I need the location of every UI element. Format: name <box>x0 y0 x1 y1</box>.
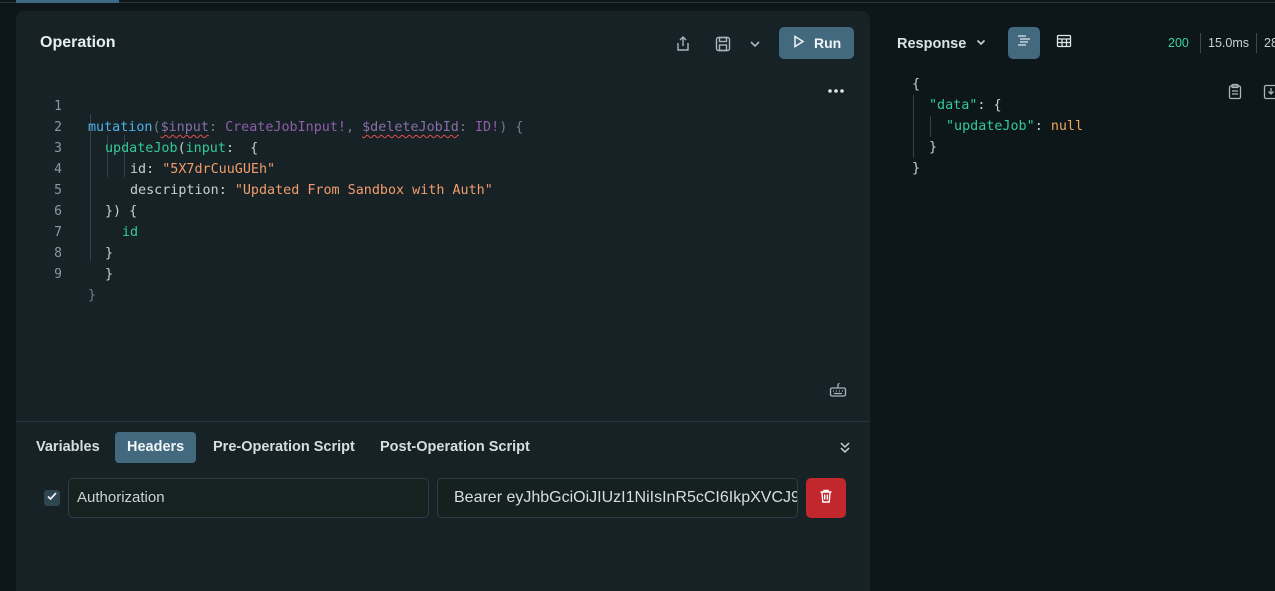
run-button-label: Run <box>814 35 842 51</box>
code-token: }) { <box>105 204 138 219</box>
code-token: ( <box>152 120 161 135</box>
share-icon[interactable] <box>674 35 692 53</box>
code-line: 6 id <box>16 180 138 240</box>
code-token: ( <box>177 141 186 156</box>
operation-title: Operation <box>40 34 116 51</box>
code-token: : <box>146 162 163 177</box>
save-options-chevron-down-icon[interactable] <box>746 35 764 53</box>
run-button[interactable]: Run <box>779 27 854 59</box>
code-token: "Updated From Sandbox with Auth" <box>234 183 493 198</box>
code-token: updateJob <box>105 141 178 156</box>
line-number: 9 <box>54 267 62 282</box>
code-token: CreateJobInput! <box>225 120 346 135</box>
table-view-icon <box>1056 34 1072 53</box>
operation-header: Operation Run <box>16 11 870 73</box>
code-line: 3 id: "5X7drCuuGUEh" <box>16 117 275 177</box>
bottom-tabs: Variables Headers Pre-Operation Script P… <box>16 421 870 471</box>
tab-pre-operation-script[interactable]: Pre-Operation Script <box>201 432 367 463</box>
code-token: ) { <box>499 120 524 135</box>
check-icon <box>46 489 58 507</box>
text-view-icon <box>1015 33 1033 54</box>
code-editor[interactable]: 1 mutation($input: CreateJobInput!, $del… <box>16 73 870 418</box>
trash-icon <box>818 488 834 509</box>
json-token: } <box>929 140 938 155</box>
code-line: 8 } <box>16 222 113 282</box>
play-icon <box>793 35 805 51</box>
json-value: null <box>1050 119 1084 134</box>
code-line: 2 updateJob(input: { <box>16 96 258 156</box>
json-line: "data": { <box>929 95 1002 116</box>
download-icon[interactable] <box>1263 83 1275 100</box>
code-line: 1 mutation($input: CreateJobInput!, $del… <box>16 75 523 135</box>
code-token: $deleteJobId <box>362 120 459 135</box>
more-icon[interactable] <box>826 83 846 99</box>
json-token: : { <box>977 98 1002 113</box>
code-line: 5 }) { <box>16 159 137 219</box>
response-time: 15.0ms <box>1208 36 1249 50</box>
json-line: "updateJob": null <box>946 116 1083 137</box>
code-token: id <box>130 162 147 177</box>
header-enabled-checkbox[interactable] <box>44 490 60 506</box>
json-token: : <box>1034 119 1051 134</box>
code-token: } <box>105 267 114 282</box>
tab-post-operation-script[interactable]: Post-Operation Script <box>368 432 542 463</box>
tab-variables[interactable]: Variables <box>24 432 112 463</box>
table-view-button[interactable] <box>1048 27 1080 59</box>
response-selector[interactable]: Response <box>897 35 988 53</box>
json-token: } <box>912 161 921 176</box>
indent-guide <box>913 95 914 158</box>
code-line: 9 } <box>16 243 96 303</box>
code-token: : <box>208 120 226 135</box>
keyboard-icon[interactable] <box>829 382 847 398</box>
code-token: , <box>346 120 363 135</box>
header-value-input[interactable]: Bearer eyJhbGciOiJIUzI1NiIsInR5cCI6IkpXV… <box>437 478 798 518</box>
code-token: } <box>88 288 97 303</box>
delete-header-button[interactable] <box>806 478 846 518</box>
code-token: } <box>105 246 114 261</box>
code-token: "5X7drCuuGUEh" <box>162 162 276 177</box>
active-tab-indicator <box>16 0 119 3</box>
operation-panel: Operation Run 1 mutation($input: CreateJ… <box>16 11 870 591</box>
response-status-code: 200 <box>1168 36 1189 50</box>
json-key: "data" <box>929 98 978 113</box>
json-token: { <box>912 77 921 92</box>
code-token: description <box>130 183 219 198</box>
text-view-button[interactable] <box>1008 27 1040 59</box>
json-key: "updateJob" <box>946 119 1035 134</box>
chevron-down-icon <box>974 35 988 53</box>
response-title: Response <box>897 36 967 52</box>
code-token: : <box>458 120 475 135</box>
indent-guide <box>930 116 931 137</box>
code-line: 4 description: "Updated From Sandbox wit… <box>16 138 493 198</box>
save-icon[interactable] <box>714 35 732 53</box>
code-token: input <box>185 141 226 156</box>
tab-headers[interactable]: Headers <box>115 432 197 463</box>
code-token: id <box>122 225 139 240</box>
code-token: mutation <box>88 120 153 135</box>
code-token: $input <box>160 120 209 135</box>
divider <box>1256 33 1257 53</box>
divider <box>1200 33 1201 53</box>
response-size: 28 <box>1264 36 1275 50</box>
collapse-icon[interactable] <box>838 440 852 454</box>
code-token: : { <box>225 141 259 156</box>
top-tab-strip <box>0 0 1275 3</box>
code-token: ID! <box>475 120 500 135</box>
header-key-input[interactable]: Authorization <box>68 478 429 518</box>
clipboard-icon[interactable] <box>1227 83 1243 100</box>
code-token: : <box>218 183 235 198</box>
code-line: 7 } <box>16 201 113 261</box>
header-row: Authorization Bearer eyJhbGciOiJIUzI1NiI… <box>16 478 870 518</box>
